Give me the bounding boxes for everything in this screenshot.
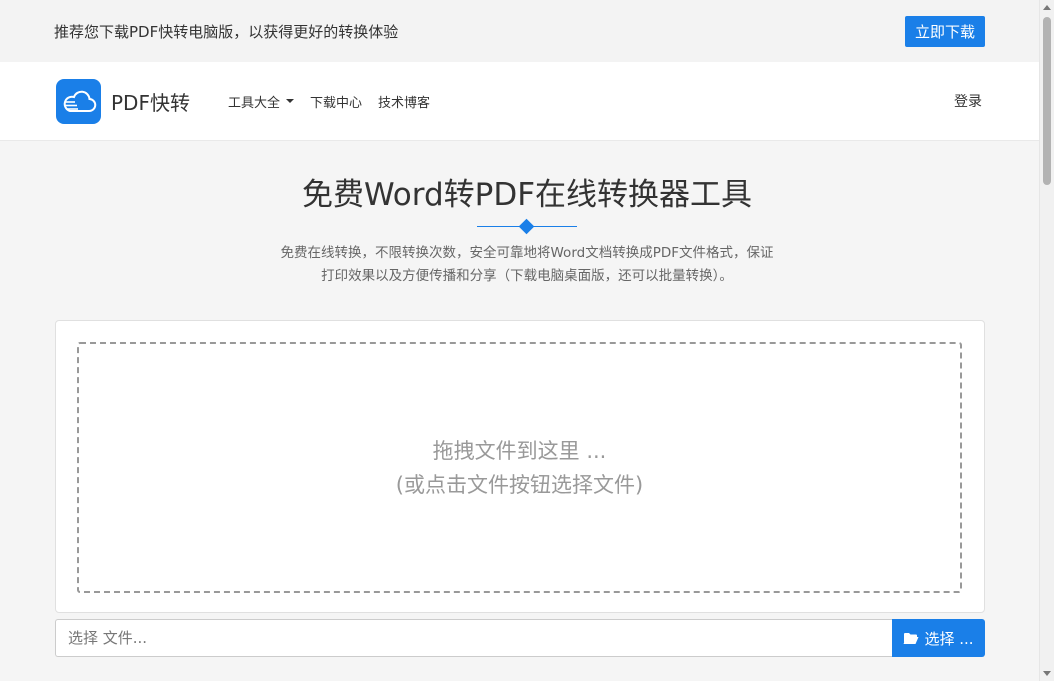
upload-card: 拖拽文件到这里 ... (或点击文件按钮选择文件) <box>55 320 985 613</box>
menu-item-label: 下载中心 <box>309 95 362 111</box>
login-link[interactable]: 登录 <box>954 91 982 111</box>
diamond-icon <box>518 218 535 235</box>
drop-subhint: (或点击文件按钮选择文件) <box>395 472 644 497</box>
browse-button[interactable]: 选择 ... <box>892 619 985 657</box>
page-title: 免费Word转PDF在线转换器工具 <box>301 177 753 213</box>
folder-open-icon <box>903 632 919 644</box>
logo[interactable]: PDF快转 <box>56 78 190 124</box>
title-divider <box>477 218 577 235</box>
menu-item-label: 技术博客 <box>378 95 431 111</box>
description-line: 免费在线转换，不限转换次数，安全可靠地将Word文档转换成PDF文件格式，保证 <box>280 245 774 261</box>
file-input-group: 选择 ... <box>55 619 985 657</box>
caret-down-icon <box>285 99 294 103</box>
cloud-logo-icon <box>56 78 101 124</box>
hero-section: 免费Word转PDF在线转换器工具 免费在线转换，不限转换次数，安全可靠地将Wo… <box>0 141 1054 288</box>
main-menu: 工具大全 下载中心 技术博客 <box>228 92 430 111</box>
scrollbar-thumb[interactable] <box>1043 17 1051 185</box>
scroll-down-icon[interactable] <box>1043 671 1051 676</box>
promo-text: 推荐您下载PDF快转电脑版，以获得更好的转换体验 <box>54 22 399 41</box>
menu-item-download-center[interactable]: 下载中心 <box>310 92 362 111</box>
logo-text: PDF快转 <box>111 90 190 115</box>
file-drop-zone[interactable]: 拖拽文件到这里 ... (或点击文件按钮选择文件) <box>77 342 962 593</box>
menu-item-tools[interactable]: 工具大全 <box>228 92 294 111</box>
description-line: 打印效果以及方便传播和分享（下载电脑桌面版，还可以批量转换）。 <box>321 268 733 284</box>
top-navbar: PDF快转 工具大全 下载中心 技术博客 登录 <box>0 62 1054 141</box>
scroll-up-icon[interactable] <box>1043 5 1051 10</box>
page-description: 免费在线转换，不限转换次数，安全可靠地将Word文档转换成PDF文件格式，保证 … <box>247 242 807 288</box>
download-now-button[interactable]: 立即下载 <box>904 15 985 47</box>
browse-button-label: 选择 ... <box>924 629 974 648</box>
menu-item-tech-blog[interactable]: 技术博客 <box>378 92 430 111</box>
menu-item-label: 工具大全 <box>227 95 280 111</box>
promo-banner: 推荐您下载PDF快转电脑版，以获得更好的转换体验 立即下载 <box>0 0 1054 62</box>
drop-hint: 拖拽文件到这里 ... <box>432 438 607 463</box>
page-scrollbar[interactable] <box>1039 0 1054 681</box>
file-path-input[interactable] <box>55 619 892 657</box>
